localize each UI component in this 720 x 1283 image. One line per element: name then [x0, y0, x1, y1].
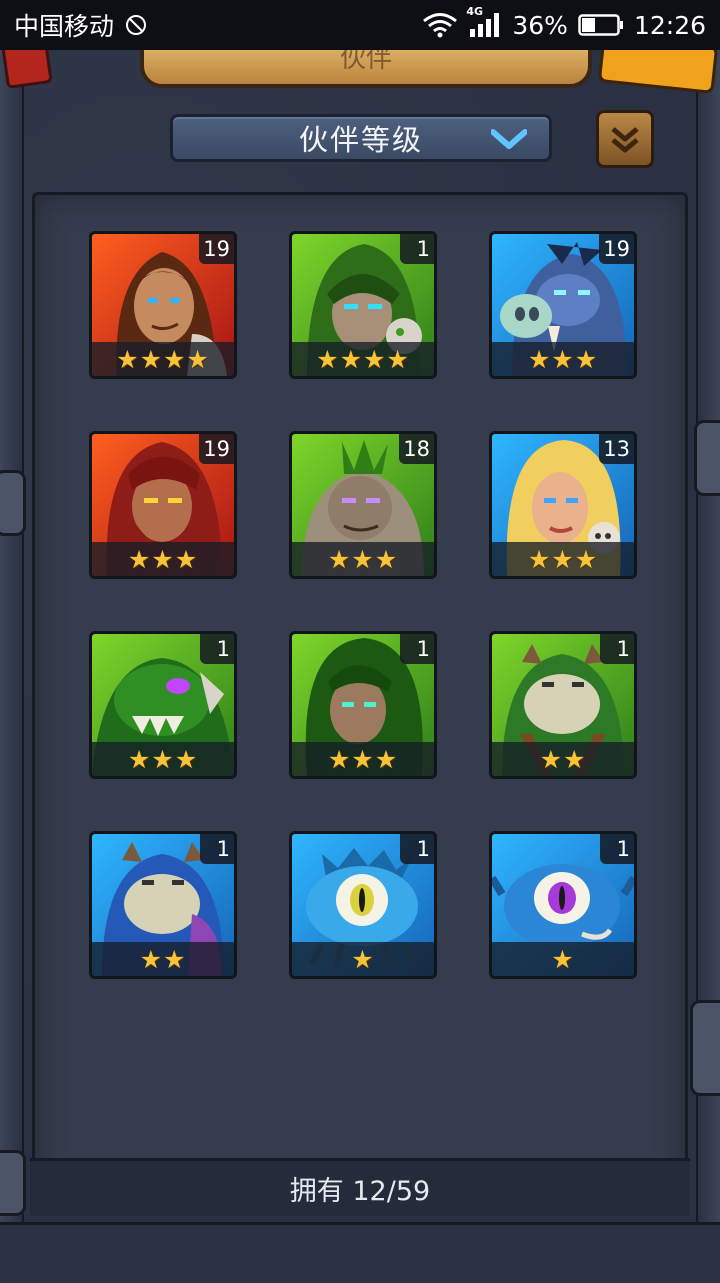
star-icons: ★★★ — [327, 744, 399, 774]
star-rating: ★★★★ — [292, 342, 434, 376]
partner-grid: 19 ★★★★ 1 ★★★★ 19 ★★★ 19 ★★★ 18 ★★★ 13 ★… — [89, 231, 637, 979]
no-disturb-icon — [124, 13, 148, 37]
star-rating: ★★★★ — [92, 342, 234, 376]
level-badge: 19 — [599, 234, 634, 264]
star-rating: ★★★ — [92, 742, 234, 776]
partner-card[interactable]: 13 ★★★ — [489, 431, 637, 579]
level-badge: 18 — [399, 434, 434, 464]
star-icons: ★★ — [139, 944, 187, 974]
star-icons: ★★★ — [127, 544, 199, 574]
level-badge: 19 — [199, 234, 234, 264]
partner-card[interactable]: 1 ★★★ — [89, 631, 237, 779]
chevron-down-icon — [491, 129, 527, 149]
level-badge: 1 — [200, 834, 234, 864]
sort-order-button[interactable] — [596, 110, 654, 168]
frame-rock — [694, 420, 720, 496]
frame-left-edge — [0, 50, 24, 1280]
battery-percent: 36% — [512, 10, 568, 40]
clock: 12:26 — [633, 10, 706, 40]
partner-card[interactable]: 1 ★ — [489, 831, 637, 979]
partner-card[interactable]: 1 ★ — [289, 831, 437, 979]
level-badge: 1 — [600, 634, 634, 664]
star-icons: ★ — [551, 944, 575, 974]
level-badge: 13 — [599, 434, 634, 464]
level-badge: 1 — [600, 834, 634, 864]
star-rating: ★★★ — [92, 542, 234, 576]
star-icons: ★★★★ — [316, 344, 410, 374]
star-rating: ★★ — [492, 742, 634, 776]
star-rating: ★ — [292, 942, 434, 976]
star-icons: ★ — [351, 944, 375, 974]
sort-dropdown[interactable]: 伙伴等级 — [170, 114, 552, 162]
level-badge: 19 — [199, 434, 234, 464]
status-bar-left: 中国移动 — [14, 7, 148, 43]
star-rating: ★ — [492, 942, 634, 976]
level-badge: 1 — [400, 234, 434, 264]
carrier-name: 中国移动 — [14, 12, 115, 41]
partner-card[interactable]: 1 ★★ — [489, 631, 637, 779]
partner-card[interactable]: 1 ★★ — [89, 831, 237, 979]
network-type-label: 4G — [466, 5, 484, 18]
sort-dropdown-label: 伙伴等级 — [298, 123, 423, 157]
star-rating: ★★★ — [492, 542, 634, 576]
star-rating: ★★★ — [292, 542, 434, 576]
star-rating: ★★★ — [292, 742, 434, 776]
owned-count-label: 拥有 12/59 — [289, 1176, 431, 1207]
signal-icon: 4G — [466, 5, 502, 39]
partner-card[interactable]: 19 ★★★ — [89, 431, 237, 579]
star-icons: ★★ — [539, 744, 587, 774]
frame-bottom-edge — [0, 1222, 720, 1283]
frame-rock — [0, 470, 26, 536]
star-icons: ★★★★ — [116, 344, 210, 374]
level-badge: 1 — [400, 834, 434, 864]
frame-rock — [690, 1000, 720, 1096]
star-icons: ★★★ — [527, 344, 599, 374]
status-bar-right: 4G 36% 12:26 — [422, 5, 706, 40]
level-badge: 1 — [200, 634, 234, 664]
star-rating: ★★ — [92, 942, 234, 976]
partner-card[interactable]: 1 ★★★ — [289, 631, 437, 779]
star-rating: ★★★ — [492, 342, 634, 376]
level-badge: 1 — [400, 634, 434, 664]
battery-icon — [578, 13, 624, 37]
star-icons: ★★★ — [127, 744, 199, 774]
frame-rock — [0, 1150, 26, 1216]
partner-panel: 19 ★★★★ 1 ★★★★ 19 ★★★ 19 ★★★ 18 ★★★ 13 ★… — [32, 192, 688, 1214]
partner-card[interactable]: 19 ★★★ — [489, 231, 637, 379]
partner-card[interactable]: 1 ★★★★ — [289, 231, 437, 379]
partner-card[interactable]: 19 ★★★★ — [89, 231, 237, 379]
partner-card[interactable]: 18 ★★★ — [289, 431, 437, 579]
double-chevron-down-icon — [611, 127, 639, 153]
status-bar: 中国移动 4G 36% 12:26 — [0, 0, 720, 50]
wifi-icon — [422, 12, 458, 38]
star-icons: ★★★ — [527, 544, 599, 574]
owned-count-bar: 拥有 12/59 — [30, 1158, 690, 1216]
star-icons: ★★★ — [327, 544, 399, 574]
